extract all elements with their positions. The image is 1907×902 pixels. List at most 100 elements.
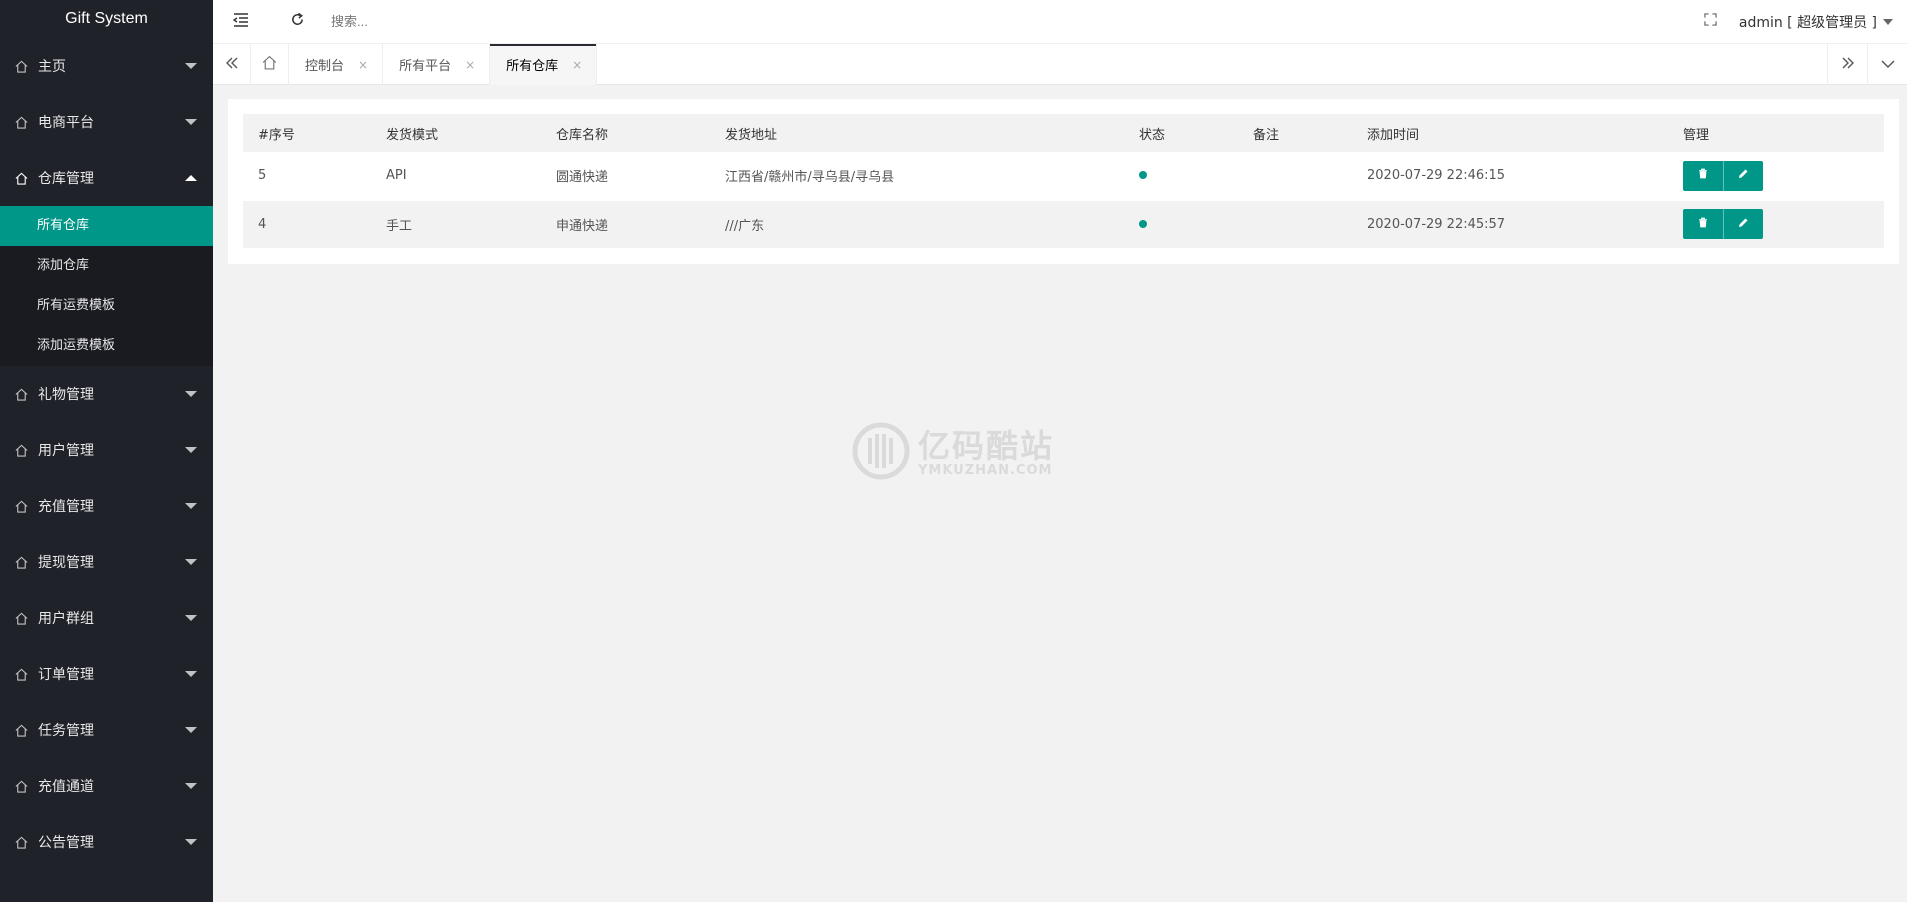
table-row: 4 手工 申通快递 ///广东 2020-07-29 22:45:57 xyxy=(243,200,1884,249)
sidebar-item-gifts[interactable]: 礼物管理 xyxy=(0,366,213,422)
cell-manage xyxy=(1668,152,1884,201)
cell-note xyxy=(1238,200,1352,249)
col-header-time: 添加时间 xyxy=(1352,114,1668,152)
cell-name: 圆通快递 xyxy=(541,152,710,201)
tab-home[interactable] xyxy=(251,44,289,85)
home-icon xyxy=(14,499,28,513)
sidebar-item-label: 充值通道 xyxy=(38,779,94,795)
cell-id: 4 xyxy=(243,200,371,249)
trash-icon xyxy=(1698,168,1708,183)
refresh-icon xyxy=(290,12,305,31)
row-actions xyxy=(1683,209,1763,239)
tab-label: 所有仓库 xyxy=(506,59,559,74)
home-icon xyxy=(14,723,28,737)
col-header-status: 状态 xyxy=(1124,114,1238,152)
sidebar-item-tasks[interactable]: 任务管理 xyxy=(0,702,213,758)
chevron-down-icon xyxy=(185,503,197,509)
user-label: admin [ 超级管理员 ] xyxy=(1738,14,1877,31)
home-icon xyxy=(14,443,28,457)
home-icon xyxy=(14,171,28,185)
sidebar-item-withdraw[interactable]: 提现管理 xyxy=(0,534,213,590)
sidebar-subitem-add-warehouse[interactable]: 添加仓库 xyxy=(0,246,213,286)
col-header-id: #序号 xyxy=(243,114,371,152)
user-menu[interactable]: admin [ 超级管理员 ] xyxy=(1739,12,1907,32)
chevron-down-icon xyxy=(185,447,197,453)
tab-console[interactable]: 控制台 × xyxy=(289,44,384,85)
home-icon xyxy=(14,59,28,73)
top-bar-right: admin [ 超级管理员 ] xyxy=(1683,0,1907,43)
delete-button[interactable] xyxy=(1683,160,1723,191)
watermark-logo-icon xyxy=(852,422,910,484)
sidebar-subitem-add-shipping-template[interactable]: 添加运费模板 xyxy=(0,326,213,366)
cell-address: 江西省/赣州市/寻乌县/寻乌县 xyxy=(710,152,1124,201)
sidebar-subitem-all-warehouses[interactable]: 所有仓库 xyxy=(0,206,213,246)
cell-mode: API xyxy=(371,152,541,201)
status-dot xyxy=(1139,171,1147,180)
tab-all-warehouses[interactable]: 所有仓库 × xyxy=(490,44,598,85)
tabs-bar: 控制台 × 所有平台 × 所有仓库 × xyxy=(213,43,1907,85)
home-icon xyxy=(14,835,28,849)
cell-address: ///广东 xyxy=(710,200,1124,249)
table-header-row: #序号 发货模式 仓库名称 发货地址 状态 备注 添加时间 管理 xyxy=(243,114,1884,152)
sidebar-item-users[interactable]: 用户管理 xyxy=(0,422,213,478)
sidebar-item-label: 用户管理 xyxy=(38,443,94,459)
tabs-bar-right xyxy=(1827,44,1907,85)
fullscreen-button[interactable] xyxy=(1683,0,1739,43)
pencil-icon xyxy=(1738,217,1749,232)
sidebar-item-announcements[interactable]: 公告管理 xyxy=(0,814,213,870)
app-logo[interactable]: Gift System xyxy=(0,0,213,38)
col-header-note: 备注 xyxy=(1238,114,1352,152)
sidebar-item-orders[interactable]: 订单管理 xyxy=(0,646,213,702)
sidebar-item-label: 用户群组 xyxy=(38,611,94,627)
cell-status xyxy=(1124,200,1238,249)
tabs-scroll-right-button[interactable] xyxy=(1827,44,1867,85)
sidebar-item-warehouse[interactable]: 仓库管理 xyxy=(0,150,213,206)
double-chevron-left-icon xyxy=(225,56,239,74)
search-input[interactable] xyxy=(331,14,531,29)
sidebar-item-ecommerce[interactable]: 电商平台 xyxy=(0,94,213,150)
chevron-down-icon xyxy=(185,671,197,677)
chevron-up-icon xyxy=(185,175,197,181)
close-icon[interactable]: × xyxy=(465,58,475,72)
collapse-sidebar-button[interactable] xyxy=(213,0,269,43)
sidebar-item-home[interactable]: 主页 xyxy=(0,38,213,94)
sidebar-item-recharge[interactable]: 充值管理 xyxy=(0,478,213,534)
cell-name: 申通快递 xyxy=(541,200,710,249)
main-content: #序号 发货模式 仓库名称 发货地址 状态 备注 添加时间 管理 5 API 圆… xyxy=(228,99,1899,264)
trash-icon xyxy=(1698,217,1708,232)
delete-button[interactable] xyxy=(1683,209,1723,239)
close-icon[interactable]: × xyxy=(358,58,368,72)
tabs-scroll-left-button[interactable] xyxy=(213,44,251,85)
sidebar-item-recharge-channels[interactable]: 充值通道 xyxy=(0,758,213,814)
edit-button[interactable] xyxy=(1723,160,1763,191)
sidebar-subitem-all-shipping-templates[interactable]: 所有运费模板 xyxy=(0,286,213,326)
pencil-icon xyxy=(1738,168,1749,183)
refresh-button[interactable] xyxy=(269,0,325,43)
chevron-down-icon xyxy=(185,119,197,125)
watermark-text: 亿码酷站 YMKUZHAN.COM xyxy=(918,429,1054,478)
cell-note xyxy=(1238,152,1352,201)
sidebar-item-label: 任务管理 xyxy=(38,723,94,739)
watermark: 亿码酷站 YMKUZHAN.COM xyxy=(852,422,1054,484)
warehouse-submenu: 所有仓库 添加仓库 所有运费模板 添加运费模板 xyxy=(0,206,213,366)
col-header-manage: 管理 xyxy=(1668,114,1884,152)
close-icon[interactable]: × xyxy=(572,58,582,72)
tab-all-platforms[interactable]: 所有平台 × xyxy=(383,44,491,85)
cell-id: 5 xyxy=(243,152,371,201)
row-actions xyxy=(1683,160,1763,191)
sidebar-item-user-groups[interactable]: 用户群组 xyxy=(0,590,213,646)
sidebar-item-label: 仓库管理 xyxy=(38,171,94,187)
edit-button[interactable] xyxy=(1723,209,1763,239)
tabs-menu-button[interactable] xyxy=(1867,44,1907,85)
cell-time: 2020-07-29 22:46:15 xyxy=(1352,152,1668,201)
tab-label: 所有平台 xyxy=(399,59,452,74)
col-header-mode: 发货模式 xyxy=(371,114,541,152)
chevron-down-icon xyxy=(185,559,197,565)
watermark-en: YMKUZHAN.COM xyxy=(918,462,1053,478)
sidebar-item-label: 电商平台 xyxy=(38,115,94,131)
tab-label: 控制台 xyxy=(305,59,345,74)
chevron-down-icon xyxy=(185,391,197,397)
caret-down-icon xyxy=(1883,18,1893,25)
status-dot xyxy=(1139,219,1147,228)
col-header-address: 发货地址 xyxy=(710,114,1124,152)
